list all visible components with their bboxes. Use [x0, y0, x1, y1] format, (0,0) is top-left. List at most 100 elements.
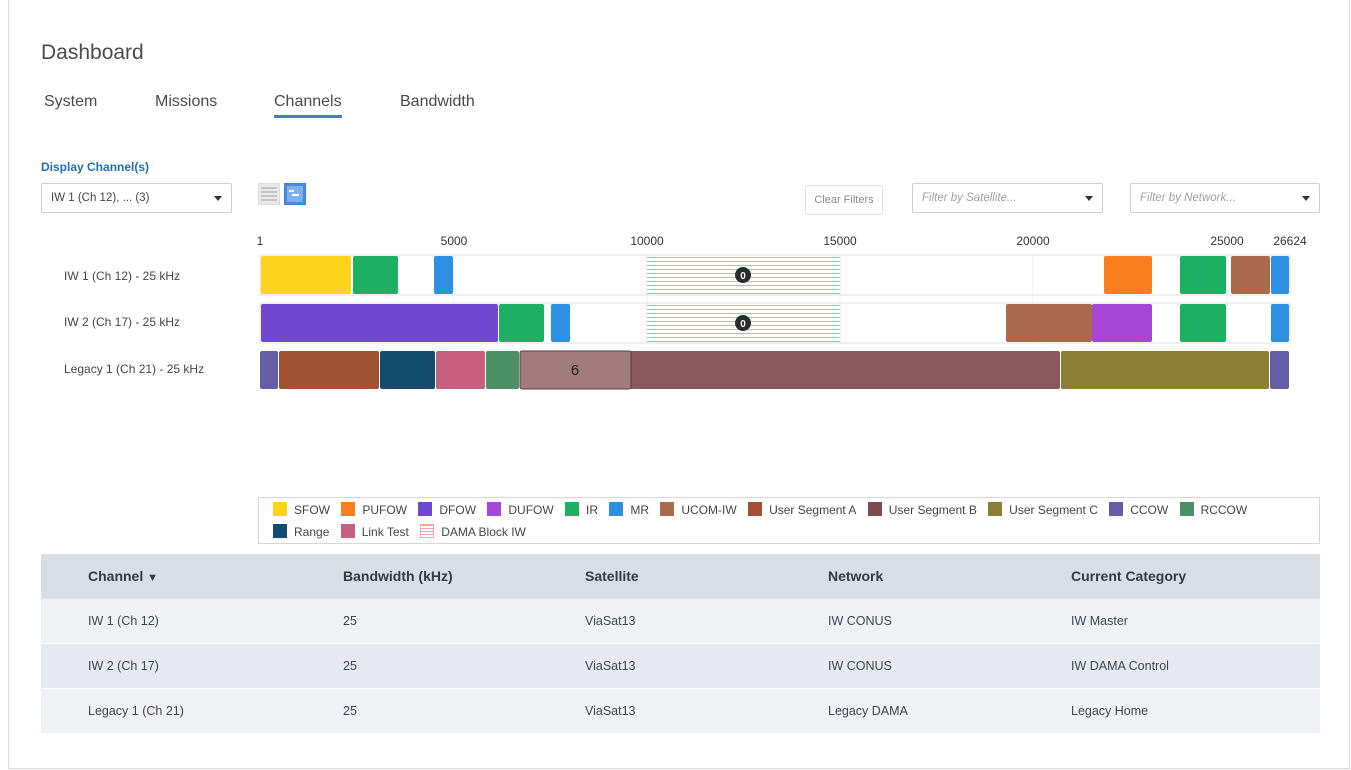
axis-tick-label: 20000	[1016, 234, 1050, 248]
satellite-filter-placeholder: Filter by Satellite...	[922, 192, 1017, 204]
dama-count: 0	[740, 319, 746, 330]
segment-ccow[interactable]	[1270, 351, 1289, 389]
legend-item-ucom-iw: UCOM-IW	[660, 502, 737, 517]
legend-item-user-segment-b: User Segment B	[867, 502, 977, 517]
page-title: Dashboard	[41, 41, 144, 64]
cell-network: IW CONUS	[828, 659, 892, 673]
chevron-down-icon	[1085, 196, 1093, 201]
legend-swatch	[418, 502, 433, 517]
cell-bandwidth: 25	[343, 614, 357, 628]
axis-tick-label: 1	[257, 234, 264, 248]
legend-swatch	[273, 524, 287, 539]
chevron-down-icon	[1302, 196, 1310, 201]
legend-item-ccow: CCOW	[1109, 502, 1168, 517]
display-channel-value: IW 1 (Ch 12), ... (3)	[51, 192, 150, 204]
axis-tick-label: 25000	[1210, 234, 1244, 248]
legend-item-mr: MR	[609, 502, 649, 517]
segment-ir[interactable]	[1180, 304, 1226, 342]
legend-swatch	[273, 502, 287, 517]
legend-swatch	[341, 502, 356, 517]
legend-item-rccow: RCCOW	[1179, 502, 1247, 517]
tab-channels[interactable]: Channels	[274, 93, 342, 118]
segment-dfow[interactable]	[261, 304, 498, 342]
legend-swatch	[609, 502, 624, 517]
segment-sfow[interactable]	[261, 256, 351, 294]
axis-tick-label: 26624	[1273, 234, 1307, 248]
timeline-view-toggle[interactable]	[283, 182, 307, 206]
legend-item-dama-block-iw: DAMA Block IW	[420, 524, 526, 539]
column-header-network[interactable]: Network	[828, 554, 883, 599]
table-row[interactable]: IW 1 (Ch 12) 25 ViaSat13 IW CONUS IW Mas…	[41, 599, 1320, 644]
segment-mr[interactable]	[551, 304, 570, 342]
segment-link-test[interactable]	[436, 351, 485, 389]
satellite-filter-select[interactable]: Filter by Satellite...	[912, 183, 1103, 213]
segment-ucom-iw[interactable]	[1231, 256, 1270, 294]
channel-row-label: IW 1 (Ch 12) - 25 kHz	[64, 269, 180, 283]
cell-bandwidth: 25	[343, 659, 357, 673]
cell-satellite: ViaSat13	[585, 704, 636, 718]
axis-tick-label: 15000	[823, 234, 857, 248]
segment-pufow[interactable]	[1104, 256, 1152, 294]
legend-swatch	[487, 502, 502, 517]
legend-swatch	[660, 502, 675, 517]
cell-channel: IW 1 (Ch 12)	[88, 614, 159, 628]
legend-row-2: Range Link Test DAMA Block IW	[273, 524, 534, 539]
column-header-category[interactable]: Current Category	[1071, 554, 1186, 599]
channel-row-label: Legacy 1 (Ch 21) - 25 kHz	[64, 362, 204, 376]
sort-desc-icon: ▼	[147, 572, 159, 584]
segment-ucom-iw[interactable]	[1006, 304, 1092, 342]
axis-tick-label: 10000	[630, 234, 664, 248]
tab-bandwidth[interactable]: Bandwidth	[400, 93, 475, 111]
segment-mr[interactable]	[434, 256, 453, 294]
network-filter-select[interactable]: Filter by Network...	[1130, 183, 1320, 213]
legend-item-user-segment-c: User Segment C	[988, 502, 1098, 517]
clear-filters-button[interactable]: Clear Filters	[805, 185, 883, 215]
segment-ccow[interactable]	[260, 351, 278, 389]
cell-network: Legacy DAMA	[828, 704, 908, 718]
segment-range[interactable]	[380, 351, 435, 389]
segment-mr[interactable]	[1271, 256, 1289, 294]
table-row[interactable]: IW 2 (Ch 17) 25 ViaSat13 IW CONUS IW DAM…	[41, 644, 1320, 689]
legend-swatch	[1179, 502, 1194, 517]
selected-segment-count: 6	[571, 362, 579, 379]
segment-user-segment-a[interactable]	[279, 351, 379, 389]
legend-row-1: SFOW PUFOW DFOW DUFOW IR MR UCOM-IW User…	[273, 502, 1255, 517]
legend-item-user-segment-a: User Segment A	[748, 502, 856, 517]
column-header-channel[interactable]: Channel ▼	[88, 554, 158, 601]
timeline-view-icon	[283, 182, 307, 206]
column-header-satellite[interactable]: Satellite	[585, 554, 639, 599]
cell-channel: Legacy 1 (Ch 21)	[88, 704, 184, 718]
legend-swatch	[340, 524, 355, 539]
legend-swatch	[748, 502, 763, 517]
legend-swatch	[867, 502, 882, 517]
legend-swatch	[420, 524, 435, 539]
segment-dufow[interactable]	[1092, 304, 1152, 342]
column-header-bandwidth[interactable]: Bandwidth (kHz)	[343, 554, 453, 599]
segment-user-segment-c[interactable]	[1061, 351, 1269, 389]
tab-system[interactable]: System	[44, 93, 97, 111]
list-view-icon	[257, 182, 281, 206]
axis-tick-label: 5000	[441, 234, 468, 248]
legend-swatch	[565, 502, 580, 517]
legend-item-pufow: PUFOW	[341, 502, 407, 517]
list-view-toggle[interactable]	[257, 182, 281, 206]
segment-ir[interactable]	[499, 304, 544, 342]
cell-network: IW CONUS	[828, 614, 892, 628]
dama-count: 0	[740, 271, 746, 282]
table-row[interactable]: Legacy 1 (Ch 21) 25 ViaSat13 Legacy DAMA…	[41, 689, 1320, 734]
segment-rccow[interactable]	[486, 351, 519, 389]
legend-swatch	[988, 502, 1003, 517]
segment-ir[interactable]	[1180, 256, 1226, 294]
cell-bandwidth: 25	[343, 704, 357, 718]
tab-missions[interactable]: Missions	[155, 93, 217, 111]
legend-item-range: Range	[273, 524, 329, 539]
cell-satellite: ViaSat13	[585, 614, 636, 628]
display-channel-select[interactable]: IW 1 (Ch 12), ... (3)	[41, 183, 232, 213]
cell-satellite: ViaSat13	[585, 659, 636, 673]
segment-mr[interactable]	[1271, 304, 1289, 342]
cell-category: IW Master	[1071, 614, 1128, 628]
legend-swatch	[1109, 502, 1124, 517]
legend-item-dufow: DUFOW	[487, 502, 554, 517]
segment-ir[interactable]	[353, 256, 398, 294]
legend-item-ir: IR	[565, 502, 598, 517]
